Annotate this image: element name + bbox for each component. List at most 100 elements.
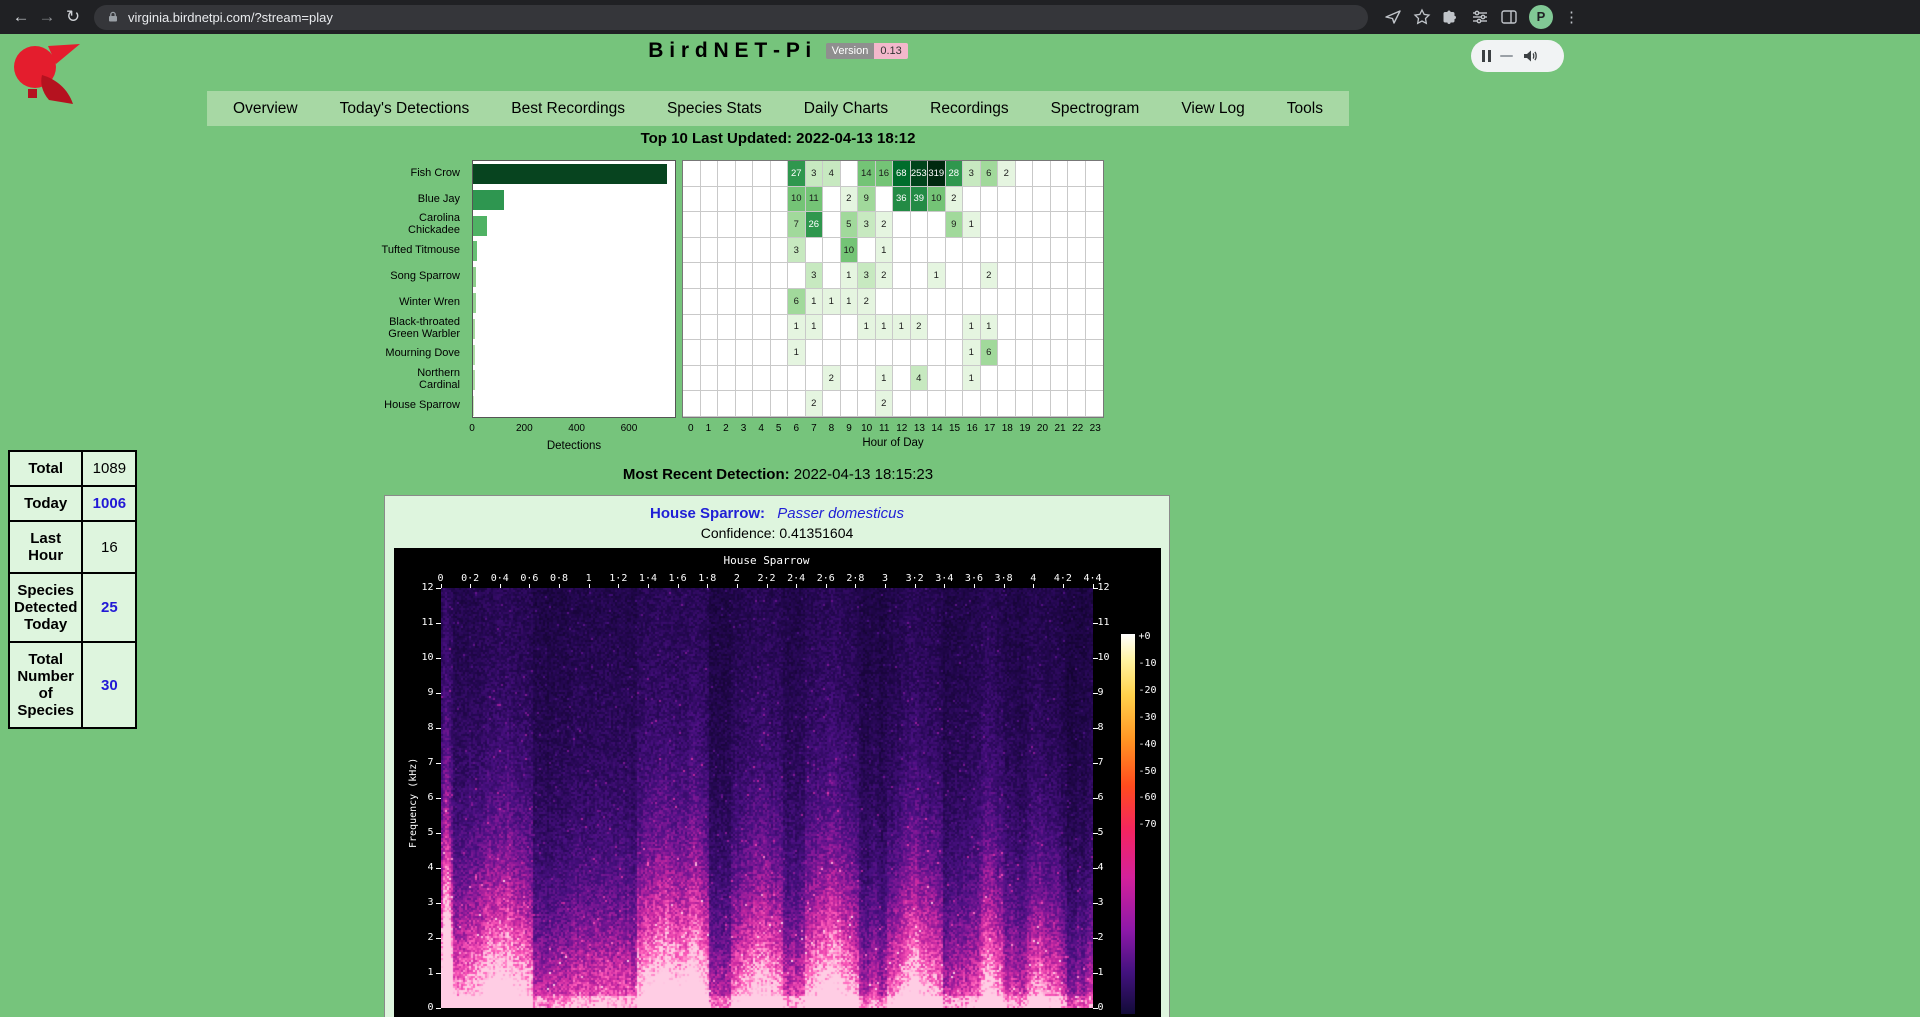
volume-icon[interactable] bbox=[1522, 48, 1538, 64]
stats-row-total-number-of-species: Total Number of Species30 bbox=[9, 642, 136, 728]
confidence-line: Confidence: 0.41351604 bbox=[385, 525, 1169, 541]
species-label-northern-cardinal: Northern Cardinal bbox=[357, 366, 467, 392]
heat-cell bbox=[981, 391, 999, 417]
heat-cell: 36 bbox=[893, 187, 911, 213]
forward-button[interactable]: → bbox=[34, 4, 60, 30]
nav-item-spectrogram[interactable]: Spectrogram bbox=[1030, 91, 1161, 126]
heat-cell: 68 bbox=[893, 161, 911, 187]
spec-ytickmark bbox=[1093, 588, 1098, 589]
stats-value[interactable]: 30 bbox=[82, 642, 136, 728]
heat-cell bbox=[771, 289, 789, 315]
reload-button[interactable]: ↻ bbox=[60, 4, 86, 30]
nav-item-overview[interactable]: Overview bbox=[212, 91, 319, 126]
spec-xtickmark bbox=[648, 584, 649, 588]
spec-ytick: 8 bbox=[1098, 722, 1104, 733]
extensions-icon[interactable] bbox=[1442, 8, 1460, 26]
stats-value[interactable]: 25 bbox=[82, 573, 136, 642]
heat-cell bbox=[893, 366, 911, 392]
heat-cell bbox=[841, 315, 859, 341]
heat-cell bbox=[1086, 366, 1104, 392]
heat-cell bbox=[1051, 366, 1069, 392]
heat-cell bbox=[1033, 187, 1051, 213]
stats-label: Last Hour bbox=[9, 521, 82, 573]
heat-cell bbox=[928, 315, 946, 341]
spec-ytickmark bbox=[1093, 763, 1098, 764]
species-label-mourning-dove: Mourning Dove bbox=[357, 341, 467, 367]
nav-item-species-stats[interactable]: Species Stats bbox=[646, 91, 783, 126]
spec-xtickmark bbox=[470, 584, 471, 588]
spec-ytickmark bbox=[1093, 833, 1098, 834]
spec-xtickmark bbox=[737, 584, 738, 588]
heat-cell bbox=[946, 238, 964, 264]
heat-cell bbox=[998, 212, 1016, 238]
heat-cell bbox=[718, 212, 736, 238]
species-label-fish-crow: Fish Crow bbox=[357, 160, 467, 186]
heat-cell bbox=[736, 238, 754, 264]
heat-cell bbox=[1016, 263, 1034, 289]
url-bar[interactable]: virginia.birdnetpi.com/?stream=play bbox=[94, 5, 1368, 30]
colorbar-label: -50 bbox=[1139, 766, 1157, 777]
nav-item-today-s-detections[interactable]: Today's Detections bbox=[319, 91, 491, 126]
species-scientific-name[interactable]: Passer domesticus bbox=[777, 505, 904, 522]
spec-xtickmark bbox=[796, 584, 797, 588]
back-button[interactable]: ← bbox=[8, 4, 34, 30]
page-title-row: B i r d N E T - P i Version0.13 bbox=[0, 39, 1556, 63]
heat-cell bbox=[736, 187, 754, 213]
spec-ytickmark bbox=[1093, 693, 1098, 694]
spec-ytickmark bbox=[436, 693, 441, 694]
pause-button[interactable] bbox=[1482, 50, 1491, 62]
stats-value[interactable]: 1006 bbox=[82, 486, 136, 521]
heat-cell bbox=[718, 315, 736, 341]
spec-xtick: 2·4 bbox=[787, 573, 805, 584]
heat-cell bbox=[946, 340, 964, 366]
nav-item-best-recordings[interactable]: Best Recordings bbox=[490, 91, 646, 126]
heat-cell bbox=[771, 212, 789, 238]
heat-cell: 1 bbox=[788, 340, 806, 366]
spec-xtick: 0·6 bbox=[520, 573, 538, 584]
audio-progress[interactable] bbox=[1500, 55, 1513, 57]
stream-audio-player[interactable] bbox=[1471, 40, 1564, 72]
heat-cell: 2 bbox=[806, 391, 824, 417]
heat-cell bbox=[683, 391, 701, 417]
species-common-name[interactable]: House Sparrow: bbox=[650, 505, 765, 522]
side-panel-icon[interactable] bbox=[1500, 8, 1518, 26]
heat-xtick: 1 bbox=[706, 423, 712, 434]
nav-item-view-log[interactable]: View Log bbox=[1160, 91, 1265, 126]
heat-cell bbox=[1033, 340, 1051, 366]
heat-cell bbox=[701, 289, 719, 315]
heat-cell: 2 bbox=[998, 161, 1016, 187]
heat-cell: 1 bbox=[876, 238, 894, 264]
heat-cell bbox=[736, 212, 754, 238]
heat-cell bbox=[1016, 340, 1034, 366]
heat-cell bbox=[946, 315, 964, 341]
spectrogram-title: House Sparrow bbox=[441, 554, 1093, 567]
nav-item-recordings[interactable]: Recordings bbox=[909, 91, 1029, 126]
heat-cell bbox=[788, 391, 806, 417]
bar-mourning-dove bbox=[473, 345, 475, 365]
tune-icon[interactable] bbox=[1471, 8, 1489, 26]
spec-xtickmark bbox=[885, 584, 886, 588]
heat-cell bbox=[718, 340, 736, 366]
heat-xtick: 14 bbox=[931, 423, 942, 434]
heat-cell: 39 bbox=[911, 187, 929, 213]
heat-cell bbox=[963, 187, 981, 213]
heat-xtick: 7 bbox=[811, 423, 817, 434]
heat-cell bbox=[876, 289, 894, 315]
heat-cell bbox=[1051, 187, 1069, 213]
heat-cell bbox=[1068, 263, 1086, 289]
spec-xtick: 0·4 bbox=[491, 573, 509, 584]
nav-item-tools[interactable]: Tools bbox=[1266, 91, 1344, 126]
bookmark-star-icon[interactable] bbox=[1413, 8, 1431, 26]
nav-item-daily-charts[interactable]: Daily Charts bbox=[783, 91, 909, 126]
heat-cell bbox=[1068, 289, 1086, 315]
spec-xtickmark bbox=[618, 584, 619, 588]
heat-cell bbox=[1086, 391, 1104, 417]
heat-cell bbox=[736, 391, 754, 417]
stats-table: Total1089Today1006Last Hour16Species Det… bbox=[8, 450, 137, 729]
heat-cell bbox=[1016, 289, 1034, 315]
profile-avatar[interactable]: P bbox=[1529, 5, 1553, 29]
spec-ytickmark bbox=[436, 623, 441, 624]
heat-cell: 3 bbox=[858, 212, 876, 238]
send-icon[interactable] bbox=[1384, 8, 1402, 26]
chrome-menu-icon[interactable]: ⋮ bbox=[1564, 8, 1579, 26]
